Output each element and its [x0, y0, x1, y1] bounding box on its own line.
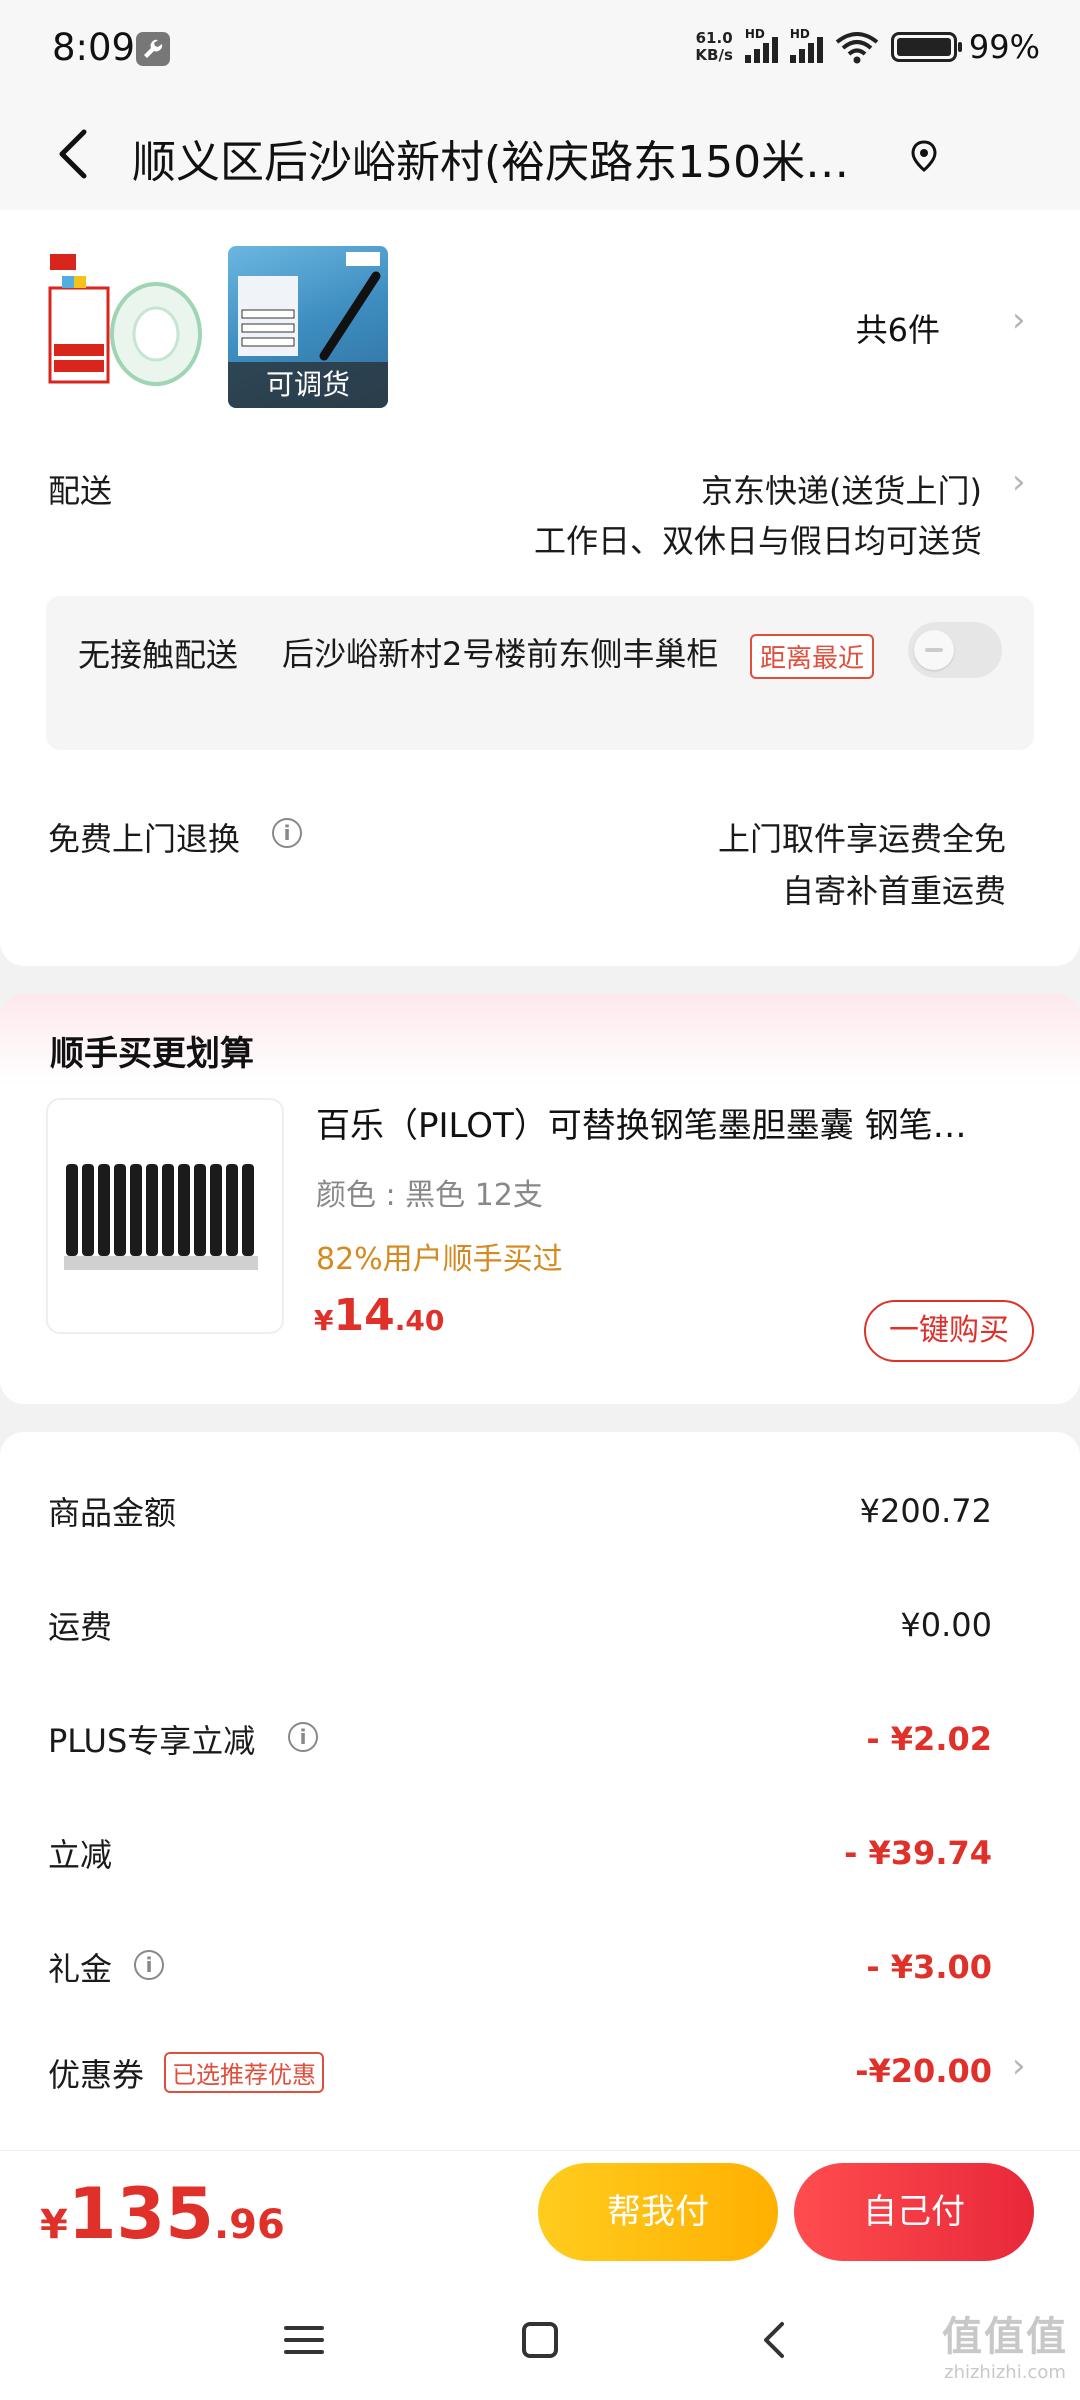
fee-value-instant-discount: - ¥39.74: [844, 1834, 992, 1872]
address-title[interactable]: 顺义区后沙峪新村(裕庆路东150米…: [132, 126, 892, 190]
addon-product-title[interactable]: 百乐（PILOT）可替换钢笔墨胆墨囊 钢笔…: [316, 1098, 1026, 1147]
addon-card: 顺手买更划算 百乐（PILOT）可替换钢笔墨胆墨囊 钢笔… 颜色 : 黑色 12…: [0, 994, 1080, 1404]
wrench-icon: [136, 32, 170, 66]
coupon-recommended-badge: 已选推荐优惠: [164, 2052, 324, 2093]
contactless-toggle[interactable]: [908, 622, 1002, 678]
fee-value-coupon[interactable]: -¥20.00: [855, 2052, 992, 2090]
delivery-label: 配送: [48, 472, 113, 510]
chevron-right-icon[interactable]: ›: [1012, 2046, 1026, 2086]
back-icon[interactable]: [746, 2310, 806, 2370]
addon-product-image[interactable]: [46, 1098, 284, 1334]
status-time: 8:09: [52, 26, 136, 69]
addon-buyers-rate: 82%用户顺手买过: [316, 1242, 563, 1277]
one-click-buy-button[interactable]: 一键购买: [864, 1300, 1034, 1362]
fee-value-shipping: ¥0.00: [900, 1606, 992, 1644]
fee-label-instant-discount: 立减: [48, 1836, 113, 1874]
net-speed: 61.0 KB/s: [695, 29, 733, 64]
fee-label-subtotal: 商品金额: [48, 1494, 177, 1532]
fee-value-subtotal: ¥200.72: [859, 1492, 992, 1530]
fee-label-shipping: 运费: [48, 1608, 113, 1646]
system-nav-bar: 值值值 zhizhizhi.com: [0, 2280, 1080, 2400]
help-me-pay-button[interactable]: 帮我付: [538, 2163, 778, 2261]
status-indicators: 61.0 KB/s HD HD 99%: [695, 27, 1040, 66]
battery-percent: 99%: [968, 28, 1040, 66]
order-card: 可调货 共6件 › 配送 京东快递(送货上门) › 工作日、双休日与假日均可送货…: [0, 210, 1080, 966]
delivery-schedule: 工作日、双休日与假日均可送货: [533, 522, 982, 560]
item-count[interactable]: 共6件: [856, 305, 940, 351]
chevron-right-icon[interactable]: ›: [1012, 300, 1026, 340]
free-return-label: 免费上门退换: [48, 820, 241, 858]
header: 顺义区后沙峪新村(裕庆路东150米…: [0, 100, 1080, 210]
pay-myself-button[interactable]: 自己付: [794, 2163, 1034, 2261]
pay-bar: ¥135.96 帮我付 自己付: [0, 2150, 1080, 2280]
fee-label-coupon[interactable]: 优惠券: [48, 2050, 144, 2096]
location-pin-icon[interactable]: [906, 138, 942, 174]
info-icon[interactable]: i: [134, 1950, 164, 1980]
battery-icon: [890, 32, 962, 62]
info-icon[interactable]: i: [288, 1722, 318, 1752]
status-bar: 8:09 61.0 KB/s HD HD 99%: [0, 0, 1080, 100]
back-arrow-icon[interactable]: [46, 122, 106, 186]
info-icon[interactable]: i: [272, 818, 302, 848]
nearest-badge: 距离最近: [750, 634, 875, 679]
signal-icon: HD: [789, 27, 823, 63]
contactless-address: 后沙峪新村2号楼前东侧丰巢柜: [282, 635, 719, 673]
signal-icon: HD: [744, 27, 778, 63]
menu-icon[interactable]: [274, 2310, 334, 2370]
contactless-delivery-box: 无接触配送 后沙峪新村2号楼前东侧丰巢柜 距离最近: [46, 596, 1034, 750]
watermark: 值值值 zhizhizhi.com: [942, 2314, 1068, 2383]
price-breakdown-card: 商品金额 ¥200.72 运费 ¥0.00 PLUS专享立减 i - ¥2.02…: [0, 1432, 1080, 2150]
addon-price: ¥14.40: [314, 1290, 445, 1341]
wifi-icon: [835, 32, 879, 64]
chevron-right-icon[interactable]: ›: [1012, 462, 1026, 502]
contactless-label: 无接触配送: [78, 636, 239, 674]
toggle-knob: [914, 630, 954, 670]
product-thumbnail-tape[interactable]: [48, 248, 206, 408]
fee-value-gift-money: - ¥3.00: [866, 1948, 992, 1986]
addon-spec: 颜色 : 黑色 12支: [316, 1178, 543, 1213]
fee-label-plus-discount: PLUS专享立减: [48, 1722, 256, 1760]
fee-value-plus-discount: - ¥2.02: [866, 1720, 992, 1758]
restock-badge: 可调货: [228, 362, 388, 408]
home-icon[interactable]: [510, 2310, 570, 2370]
product-thumbnail-pen[interactable]: 可调货: [228, 246, 388, 408]
return-line-1: 上门取件享运费全免: [717, 820, 1006, 858]
delivery-method[interactable]: 京东快递(送货上门): [701, 466, 982, 512]
fee-label-gift-money: 礼金: [48, 1950, 113, 1988]
addon-section-title: 顺手买更划算: [50, 1034, 254, 1074]
return-line-2: 自寄补首重运费: [781, 872, 1006, 910]
total-price: ¥135.96: [40, 2173, 285, 2255]
